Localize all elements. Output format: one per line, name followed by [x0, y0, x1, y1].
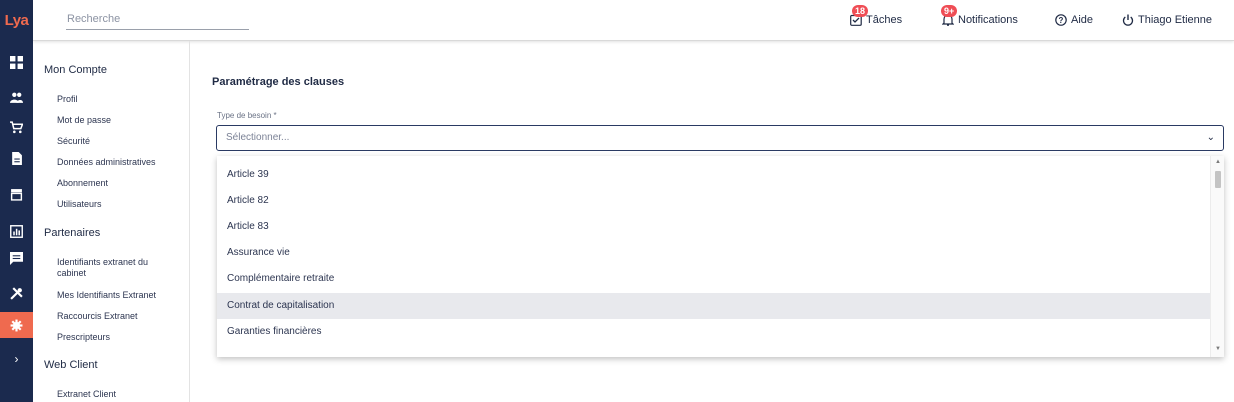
- people-icon[interactable]: [0, 84, 33, 110]
- option-contrat-de-capitalisation[interactable]: Contrat de capitalisation: [217, 293, 1210, 319]
- menu-item-prescripteurs[interactable]: Prescripteurs: [57, 332, 177, 343]
- menu-item-mes-identifiants-extranet[interactable]: Mes Identifiants Extranet: [57, 290, 177, 301]
- chevron-down-icon: ⌄: [1206, 132, 1215, 143]
- menu-item-utilisateurs[interactable]: Utilisateurs: [57, 199, 177, 210]
- chart-icon[interactable]: [0, 218, 33, 244]
- menu-item-abonnement[interactable]: Abonnement: [57, 178, 177, 189]
- menu-section-mon-compte: Mon Compte: [44, 64, 107, 76]
- tasks-badge: 18: [852, 5, 869, 17]
- option-article-82[interactable]: Article 82: [217, 188, 1210, 214]
- document-icon[interactable]: [0, 145, 33, 171]
- help-icon: ?: [1055, 14, 1067, 26]
- icon-rail: Lya ›: [0, 0, 33, 402]
- power-icon: [1122, 14, 1134, 26]
- notifications-label: Notifications: [958, 14, 1018, 26]
- scroll-down-icon[interactable]: ▼: [1215, 346, 1221, 352]
- menu-item-mot-de-passe[interactable]: Mot de passe: [57, 115, 177, 126]
- settings-menu: Mon Compte Profil Mot de passe Sécurité …: [33, 41, 190, 402]
- select-placeholder: Sélectionner...: [226, 132, 290, 143]
- menu-item-donnees-administratives[interactable]: Données administratives: [57, 157, 177, 168]
- menu-item-raccourcis-extranet[interactable]: Raccourcis Extranet: [57, 311, 177, 322]
- dashboard-icon[interactable]: [0, 49, 33, 75]
- menu-section-web-client: Web Client: [44, 359, 98, 371]
- settings-icon[interactable]: [0, 312, 33, 338]
- scroll-up-icon[interactable]: ▲: [1215, 159, 1221, 165]
- type-de-besoin-label: Type de besoin *: [217, 111, 277, 120]
- chevron-right-icon[interactable]: ›: [0, 346, 33, 372]
- search-input[interactable]: Recherche: [66, 10, 249, 30]
- tools-icon[interactable]: [0, 280, 33, 306]
- menu-item-securite[interactable]: Sécurité: [57, 136, 177, 147]
- store-icon[interactable]: [0, 181, 33, 207]
- menu-item-extranet-client[interactable]: Extranet Client: [57, 389, 177, 400]
- help-button[interactable]: ? Aide: [1055, 12, 1093, 28]
- option-assurance-vie[interactable]: Assurance vie: [217, 240, 1210, 266]
- type-de-besoin-dropdown: Article 39 Article 82 Article 83 Assuran…: [217, 156, 1224, 357]
- option-complementaire-retraite[interactable]: Complémentaire retraite: [217, 266, 1210, 292]
- tasks-button[interactable]: Tâches 18: [850, 5, 903, 28]
- option-article-39[interactable]: Article 39: [217, 162, 1210, 188]
- message-icon[interactable]: [0, 245, 33, 271]
- tasks-label: Tâches: [866, 14, 903, 26]
- option-garanties-financieres[interactable]: Garanties financières: [217, 319, 1210, 345]
- option-article-83[interactable]: Article 83: [217, 214, 1210, 240]
- help-label: Aide: [1071, 14, 1094, 26]
- notifications-badge: 9+: [941, 5, 958, 17]
- menu-section-partenaires: Partenaires: [44, 227, 101, 239]
- user-menu-button[interactable]: Thiago Etienne: [1122, 12, 1212, 28]
- cart-icon[interactable]: [0, 114, 33, 140]
- menu-item-profil[interactable]: Profil: [57, 94, 177, 105]
- app-logo[interactable]: Lya: [0, 0, 33, 40]
- dropdown-scrollbar[interactable]: ▲ ▼: [1210, 156, 1224, 357]
- type-de-besoin-select[interactable]: Sélectionner... ⌄: [216, 125, 1224, 151]
- notifications-button[interactable]: Notifications 9+: [941, 5, 1018, 28]
- user-name: Thiago Etienne: [1138, 14, 1212, 26]
- page-title: Paramétrage des clauses: [212, 76, 345, 88]
- scroll-thumb[interactable]: [1215, 171, 1221, 188]
- svg-text:?: ?: [1059, 16, 1064, 25]
- menu-item-identifiants-extranet-cabinet[interactable]: Identifiants extranet du cabinet: [57, 257, 177, 279]
- top-bar: Recherche Tâches 18 Notifications 9+ ? A…: [33, 0, 1234, 41]
